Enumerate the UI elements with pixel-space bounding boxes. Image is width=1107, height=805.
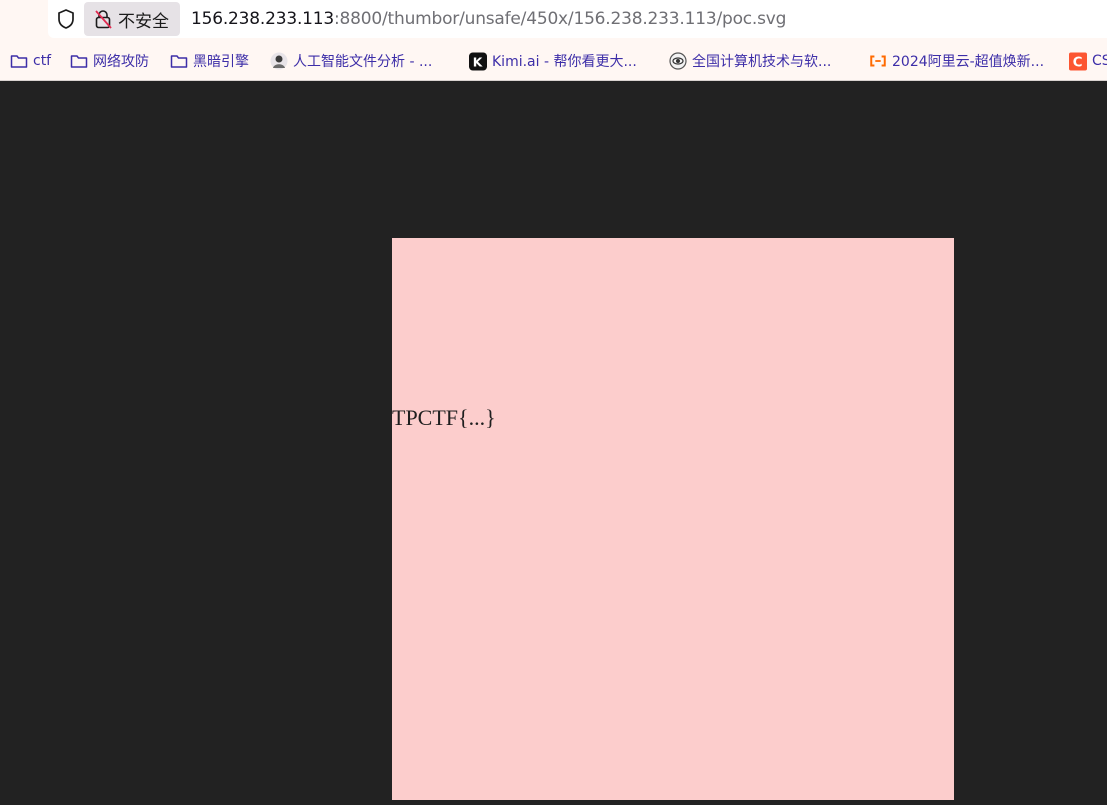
bookmark-label: 网络攻防 [93, 54, 149, 70]
bookmark-label: CS [1092, 53, 1107, 69]
bookmark-label: 全国计算机技术与软... [692, 54, 832, 70]
avatar-icon [270, 52, 288, 70]
url-path: :8800/thumbor/unsafe/450x/156.238.233.11… [334, 9, 787, 29]
bookmark-label: ctf [33, 53, 52, 69]
not-secure-badge[interactable]: 不安全 [84, 2, 180, 36]
bookmark-network-attack-defense[interactable]: 网络攻防 [70, 50, 149, 72]
bookmark-label: 人工智能文件分析 - ... [293, 54, 433, 70]
flag-text: TPCTF{...} [392, 405, 496, 430]
bookmarks-toolbar: ctf 网络攻防 黑暗引擎 人工智能文件分析 - ... K Kimi.ai -… [0, 44, 1107, 78]
svg-image-canvas [392, 238, 954, 800]
url-text[interactable]: 156.238.233.113:8800/thumbor/unsafe/450x… [191, 8, 786, 30]
not-secure-label: 不安全 [118, 11, 169, 32]
bookmark-csdn[interactable]: C CS [1069, 50, 1107, 72]
kimi-icon: K [469, 52, 487, 70]
folder-icon [70, 52, 88, 70]
bookmark-dark-engine[interactable]: 黑暗引擎 [170, 50, 249, 72]
tracking-protection-shield-icon[interactable] [55, 8, 77, 30]
bookmark-kimi[interactable]: K Kimi.ai - 帮你看更大... [469, 50, 637, 72]
aliyun-icon [869, 52, 887, 70]
bookmark-ai-file-analysis[interactable]: 人工智能文件分析 - ... [270, 50, 432, 72]
svg-text:C: C [1073, 55, 1083, 70]
bookmark-label: 2024阿里云-超值焕新... [892, 54, 1045, 70]
bookmark-label: 黑暗引擎 [193, 54, 249, 70]
bookmark-label: Kimi.ai - 帮你看更大... [492, 54, 637, 70]
folder-icon [170, 52, 188, 70]
bookmark-national-computer-exam[interactable]: 全国计算机技术与软... [669, 50, 831, 72]
csdn-icon: C [1069, 52, 1087, 70]
svg-text:K: K [473, 55, 483, 69]
bookmark-ctf[interactable]: ctf [10, 50, 51, 72]
bookmark-aliyun[interactable]: 2024阿里云-超值焕新... [869, 50, 1044, 72]
globe-icon [669, 52, 687, 70]
browser-chrome: 不安全 156.238.233.113:8800/thumbor/unsafe/… [0, 0, 1107, 81]
insecure-lock-icon [95, 10, 112, 29]
folder-icon [10, 52, 28, 70]
url-host: 156.238.233.113 [191, 9, 335, 29]
